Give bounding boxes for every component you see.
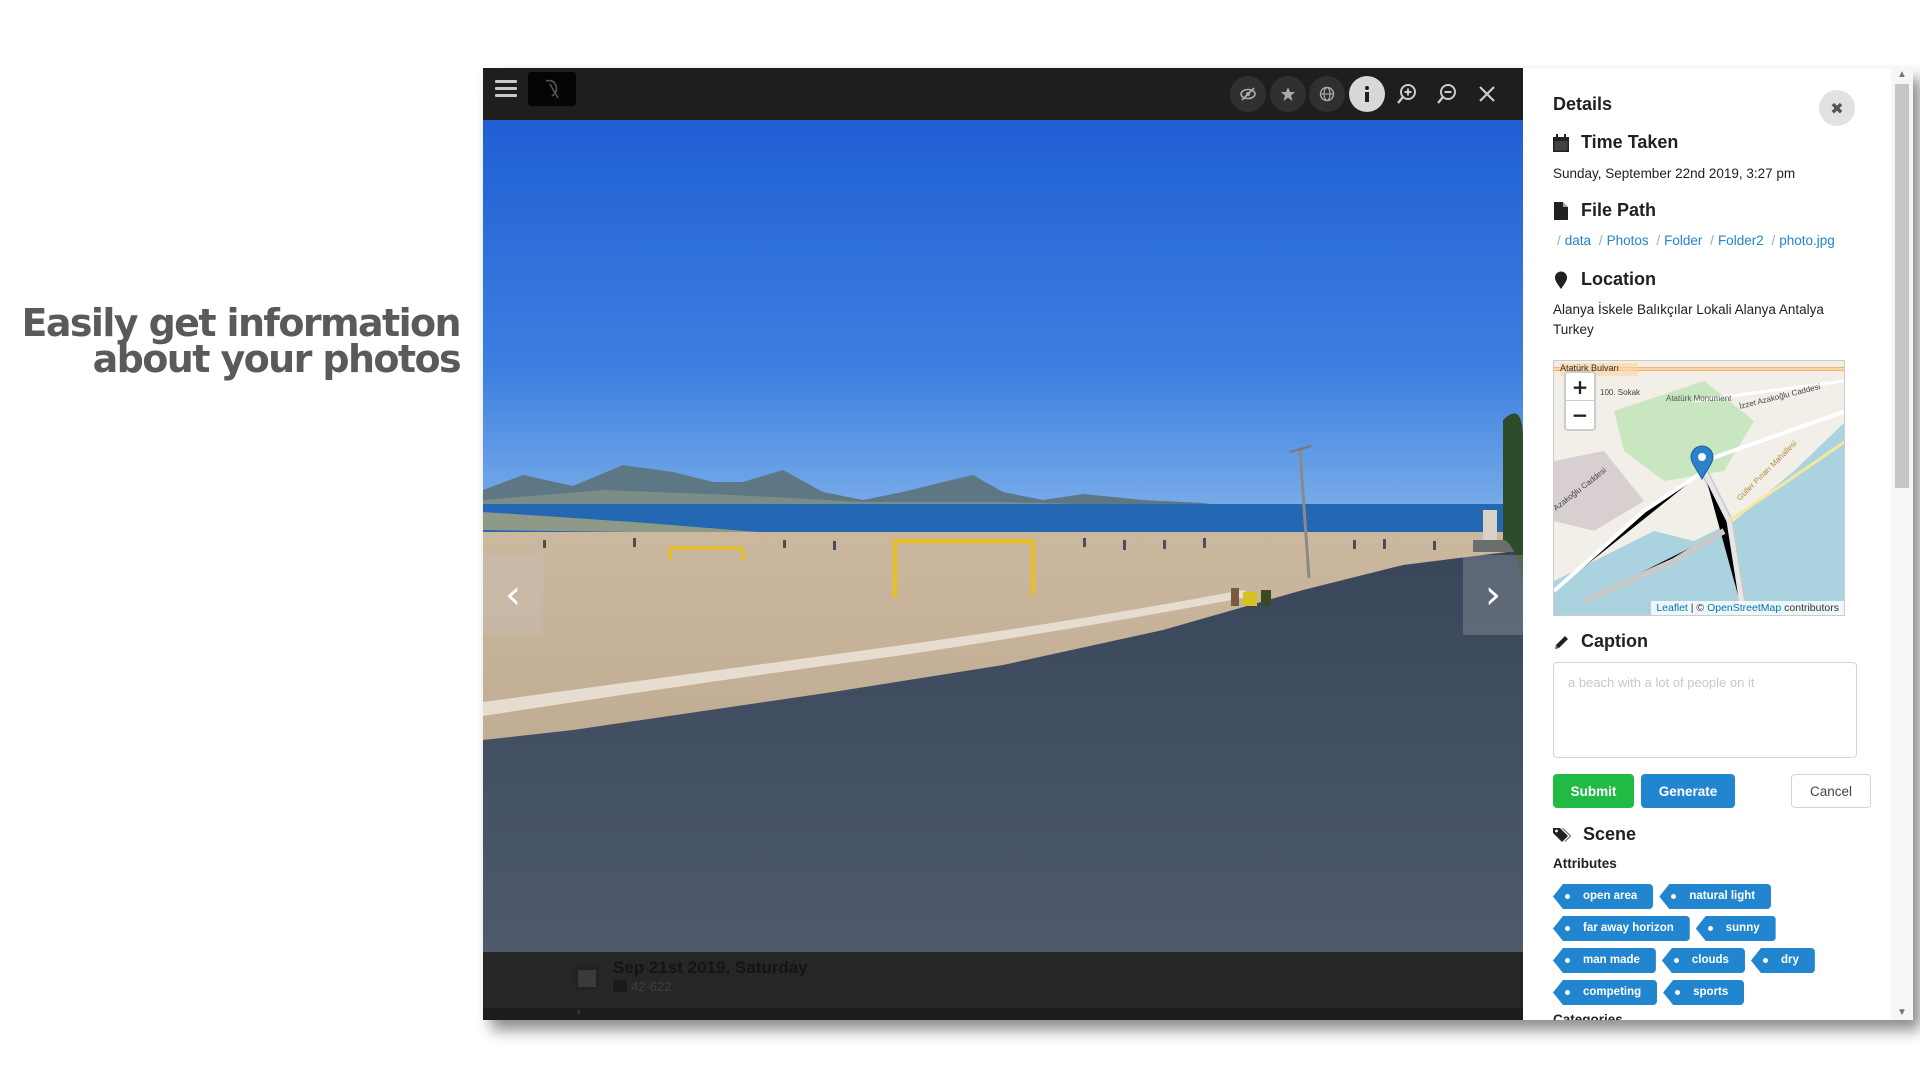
map-marker-icon xyxy=(1555,271,1567,289)
beach-photo[interactable]: ‹ › xyxy=(483,120,1523,952)
info-icon[interactable] xyxy=(1349,76,1385,112)
location-heading: Location xyxy=(1553,269,1656,290)
map-zoom-control: + − xyxy=(1564,371,1596,431)
details-panel: Details ✖ Time Taken Sunday, September 2… xyxy=(1523,68,1913,1020)
headline-line-2: about your photos xyxy=(92,337,462,381)
path-separator: / xyxy=(1710,233,1714,248)
attribute-tag[interactable]: open area xyxy=(1553,884,1654,909)
map-tiles: Atatürk Bulvarı 100. Sokak Atatürk Monum… xyxy=(1554,361,1844,615)
strip-date: Sep 21st 2019, Saturday xyxy=(613,958,808,977)
caption-label: Caption xyxy=(1581,631,1648,651)
scene-label: Scene xyxy=(1583,824,1637,844)
location-value: Alanya İskele Balıkçılar Lokali Alanya A… xyxy=(1553,300,1873,340)
attributes-label: Attributes xyxy=(1553,856,1617,871)
attribute-tag[interactable]: sports xyxy=(1663,980,1745,1005)
location-line-1: Alanya İskele Balıkçılar Lokali Alanya A… xyxy=(1553,302,1824,317)
marketing-headline: Easily get information about your photos xyxy=(21,301,462,381)
openstreetmap-link[interactable]: OpenStreetMap xyxy=(1707,602,1781,614)
panel-title: Details xyxy=(1553,94,1613,114)
attribution-suffix: contributors xyxy=(1781,602,1839,614)
path-segment[interactable]: data xyxy=(1565,233,1591,248)
time-taken-label: Time Taken xyxy=(1581,132,1679,152)
scene-heading: Scene xyxy=(1553,824,1636,845)
attribute-tags: open area natural light far away horizon s… xyxy=(1553,884,1863,1012)
pencil-icon xyxy=(1555,635,1568,649)
globe-icon[interactable] xyxy=(1309,76,1345,112)
attribute-tag[interactable]: sunny xyxy=(1695,916,1776,941)
calendar-icon xyxy=(575,964,599,990)
location-label: Location xyxy=(1581,269,1656,289)
location-line-2: Turkey xyxy=(1553,322,1594,337)
close-icon[interactable] xyxy=(1469,76,1505,112)
submit-caption-button[interactable]: Submit xyxy=(1553,774,1634,808)
path-separator: / xyxy=(1557,233,1561,248)
viewer-toolbar xyxy=(483,68,1523,120)
eye-slash-icon[interactable] xyxy=(1230,76,1266,112)
beach-photo-image xyxy=(483,120,1523,952)
headline-line-1: Easily get information xyxy=(21,301,462,345)
file-path-heading: File Path xyxy=(1553,200,1656,221)
panel-scrollbar[interactable]: ▲ ▼ xyxy=(1891,68,1913,1020)
time-taken-value: Sunday, September 22nd 2019, 3:27 pm xyxy=(1553,166,1796,181)
attribute-tag[interactable]: clouds xyxy=(1661,948,1745,973)
path-segment[interactable]: Folder2 xyxy=(1718,233,1764,248)
scroll-thumb[interactable] xyxy=(1895,84,1909,488)
path-segment[interactable]: Photos xyxy=(1607,233,1649,248)
path-separator: / xyxy=(1771,233,1776,248)
generate-caption-button[interactable]: Generate xyxy=(1641,774,1735,808)
path-segment[interactable]: photo.jpg xyxy=(1779,233,1835,248)
strip-scrollbar[interactable]: ‹ xyxy=(483,1006,1523,1020)
leaflet-link[interactable]: Leaflet xyxy=(1656,602,1688,614)
file-path-breadcrumb: / data / Photos / Folder / Folder2 /photo.jp… xyxy=(1553,233,1835,248)
cancel-caption-button[interactable]: Cancel xyxy=(1791,774,1871,808)
star-icon[interactable] xyxy=(1270,76,1306,112)
file-icon xyxy=(1554,201,1568,220)
map-icon xyxy=(613,980,627,992)
path-separator: / xyxy=(1656,233,1661,248)
time-taken-heading: Time Taken xyxy=(1553,132,1678,153)
attribute-tag[interactable]: man made xyxy=(1553,948,1656,973)
photo-viewer: ‹ › Sep 21st 2019, Saturday 42-622 ‹ xyxy=(483,68,1523,1020)
file-path-label: File Path xyxy=(1581,200,1657,220)
categories-label: Categories xyxy=(1553,1012,1623,1020)
app-window: ‹ › Sep 21st 2019, Saturday 42-622 ‹ Det… xyxy=(483,68,1913,1020)
path-separator: / xyxy=(1598,233,1603,248)
previous-photo-arrow[interactable]: ‹ xyxy=(483,555,543,635)
map-zoom-out-button[interactable]: − xyxy=(1566,401,1594,429)
scroll-down-icon[interactable]: ▼ xyxy=(1895,1007,1909,1018)
photo-date-strip: Sep 21st 2019, Saturday 42-622 ‹ xyxy=(483,952,1523,1020)
caption-heading: Caption xyxy=(1553,631,1648,652)
attribute-tag[interactable]: far away horizon xyxy=(1553,916,1690,941)
strip-subtitle: 42-622 xyxy=(631,979,672,994)
next-photo-arrow[interactable]: › xyxy=(1463,555,1523,635)
attribution-separator: | © xyxy=(1687,602,1708,614)
attribute-tag[interactable]: competing xyxy=(1553,980,1658,1005)
attribute-tag[interactable]: dry xyxy=(1750,948,1815,973)
logo-icon[interactable] xyxy=(528,72,576,106)
tags-icon xyxy=(1553,827,1571,842)
calendar-icon xyxy=(1553,133,1569,152)
scroll-left-icon[interactable]: ‹ xyxy=(577,1006,581,1018)
map-label: Atatürk Monument xyxy=(1666,394,1732,403)
close-panel-button[interactable]: ✖ xyxy=(1819,90,1855,126)
location-map[interactable]: Atatürk Bulvarı 100. Sokak Atatürk Monum… xyxy=(1553,360,1845,616)
caption-textarea[interactable]: a beach with a lot of people on it xyxy=(1553,662,1857,758)
map-zoom-in-button[interactable]: + xyxy=(1566,373,1594,401)
scroll-up-icon[interactable]: ▲ xyxy=(1895,69,1909,80)
attribute-tag[interactable]: natural light xyxy=(1659,884,1772,909)
path-segment[interactable]: Folder xyxy=(1664,233,1702,248)
zoom-out-icon[interactable] xyxy=(1429,76,1465,112)
zoom-in-icon[interactable] xyxy=(1389,76,1425,112)
map-label: 100. Sokak xyxy=(1600,388,1641,397)
map-attribution: Leaflet | © OpenStreetMap contributors xyxy=(1651,601,1844,615)
menu-icon[interactable] xyxy=(495,80,517,100)
